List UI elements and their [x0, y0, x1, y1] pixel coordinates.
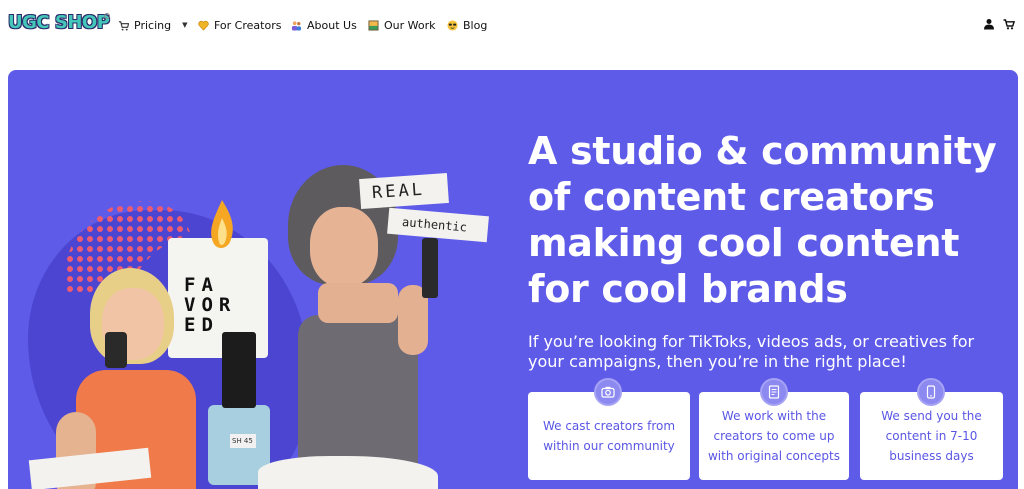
dropper-bottle-left [105, 332, 127, 368]
feature-card-cast: We cast creators from within our communi… [528, 378, 690, 480]
brand-logo[interactable]: UGC SHOP [8, 12, 110, 33]
nav-item-pricing[interactable]: Pricing ▼ [118, 17, 187, 33]
document-icon [760, 378, 788, 406]
picture-icon [368, 19, 379, 31]
feature-card-delivery: We send you the content in 7-10 business… [860, 378, 1003, 480]
hero-headline: A studio & community of content creators… [528, 129, 997, 311]
hero-section: FA VOR ED SH 45 REAL authentic A studio … [8, 70, 1018, 489]
hero-subheadline: If you’re looking for TikToks, videos ad… [528, 332, 975, 371]
heart-icon [198, 20, 209, 31]
nav-label-our-work: Our Work [384, 18, 436, 32]
feature-card-text: We work with the creators to come up wit… [707, 409, 841, 463]
phone-icon [917, 378, 945, 406]
sunglasses-face-icon [447, 19, 458, 31]
camera-icon [594, 378, 622, 406]
nav-item-for-creators[interactable]: For Creators [198, 17, 281, 33]
logo-mark-icon [104, 13, 110, 19]
nav-label-blog: Blog [463, 18, 488, 32]
nav-item-about-us[interactable]: About Us [291, 17, 357, 33]
dropper-bottle-right [422, 238, 438, 298]
nail-polish-cap [222, 332, 256, 408]
feature-card-text: We cast creators from within our communi… [542, 419, 676, 453]
cart-icon [118, 20, 129, 31]
nav-label-pricing: Pricing [134, 18, 172, 32]
people-icon [291, 20, 302, 31]
feature-card-text: We send you the content in 7-10 business… [881, 409, 982, 463]
nail-polish-label: SH 45 [230, 434, 256, 448]
cart-icon[interactable] [1003, 16, 1015, 32]
cloth-bottom [258, 456, 438, 489]
feature-card-concepts: We work with the creators to come up wit… [699, 378, 849, 480]
flame-graphic [211, 200, 233, 248]
account-icon[interactable] [983, 16, 995, 32]
nav-label-for-creators: For Creators [214, 18, 282, 32]
nav-item-blog[interactable]: Blog [447, 17, 487, 33]
nav-item-our-work[interactable]: Our Work [368, 17, 436, 33]
chevron-down-icon[interactable]: ▼ [182, 21, 187, 29]
note-real: REAL [359, 172, 449, 210]
nav-label-about-us: About Us [307, 18, 357, 32]
top-navigation: UGC SHOP Pricing ▼ For Creators About Us… [0, 0, 1024, 48]
